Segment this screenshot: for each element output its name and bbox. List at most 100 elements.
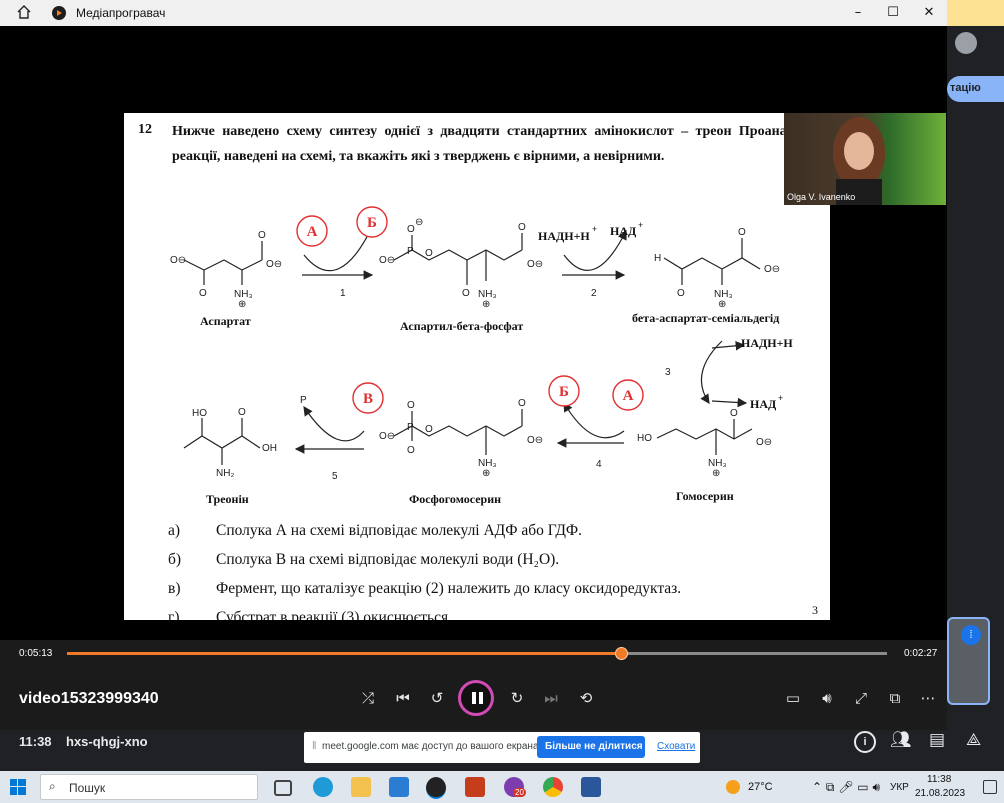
task-view-icon[interactable] (274, 780, 292, 796)
activities-icon[interactable]: ⟁ (966, 730, 981, 750)
participant-video-tile[interactable]: Olga V. Ivanenko (784, 113, 946, 205)
ph-o-bottom: O (407, 445, 415, 456)
hs-ho: HO (637, 433, 652, 444)
step-1: 1 (340, 288, 346, 299)
viber-badge: 20 (513, 788, 526, 797)
presentation-slide: 12 Нижче наведено схему синтезу однієї з… (124, 113, 830, 620)
option-b: б) Сполука В на схемі відповідає молекулі… (168, 551, 560, 568)
stop-sharing-label: Більше не ділитися (545, 741, 643, 752)
media-player-window: Медіапрогравач – ☐ ✕ 12 Нижче наведено с… (0, 0, 947, 730)
th-nh2: NH₂ (216, 468, 234, 479)
people-icon[interactable]: 👥︎ (890, 730, 912, 750)
fullscreen-icon[interactable]: ⤢ (849, 687, 873, 709)
ap-o-top: O (407, 224, 415, 235)
pause-button[interactable] (458, 680, 494, 716)
hs-o-minus: O⊖ (756, 437, 772, 448)
input-language[interactable]: УКР (890, 782, 909, 793)
repeat-icon[interactable]: ⟲ (574, 687, 598, 709)
forward-30-icon[interactable]: ↻ (505, 687, 529, 709)
ph-p: P (407, 422, 414, 433)
option-g: г) Субстрат в реакції (3) окиснюється. (168, 609, 452, 620)
edge-icon[interactable] (313, 777, 333, 797)
nadh-right: НАДН+Н (741, 336, 793, 350)
ph-o-top: O (407, 400, 415, 411)
aspartate-o-minus-right: O⊖ (266, 259, 282, 270)
sa-o: O (677, 288, 685, 299)
total-time: 0:02:27 (904, 648, 938, 659)
th-o: O (238, 407, 246, 418)
meeting-code: hxs-qhgj-xno (66, 734, 148, 749)
participant-name: Olga V. Ivanenko (787, 192, 856, 202)
shuffle-icon[interactable]: ⤮ (356, 687, 380, 709)
sa-o-top: O (738, 227, 746, 238)
self-view-tile[interactable]: ⁞ (947, 617, 990, 705)
file-explorer-icon[interactable] (351, 777, 371, 797)
weather-temp: 27°C (748, 781, 773, 793)
hs-o-top: O (730, 408, 738, 419)
meet-clock: 11:38 (19, 734, 52, 749)
ap-minus-top: ⊖ (415, 217, 423, 228)
present-button[interactable]: тацію (947, 76, 1004, 102)
compound-homoserine: Гомосерин (676, 489, 734, 503)
taskbar-time[interactable]: 11:38 (927, 774, 951, 785)
marker-b-bottom: Б (559, 384, 569, 400)
meet-account-avatar[interactable] (955, 32, 977, 54)
marker-v: В (363, 391, 373, 407)
compound-semialdehyde: бета-аспартат-семіальдегід (632, 311, 780, 325)
notifications-icon[interactable] (983, 780, 997, 794)
seek-bar[interactable] (67, 647, 887, 660)
chat-icon[interactable]: ▤ (929, 730, 945, 750)
media-player-taskbar-icon[interactable] (426, 777, 446, 799)
th-ho: HO (192, 408, 207, 419)
taskbar-search[interactable]: ⌕ Пошук (40, 774, 258, 800)
powerpoint-icon[interactable] (465, 777, 485, 797)
start-button[interactable] (10, 779, 26, 795)
screen-share-notice: ‖ meet.google.com має доступ до вашого е… (304, 732, 700, 763)
compound-aspartate: Аспартат (200, 314, 251, 328)
seek-thumb[interactable] (615, 647, 629, 660)
seek-bar-fill (67, 652, 622, 655)
captions-icon[interactable]: ▭ (781, 687, 805, 709)
ap-o-bottom: O (462, 288, 470, 299)
meet-top-bar (947, 0, 1004, 26)
ph-plus: ⊕ (482, 468, 490, 479)
maximize-button[interactable]: ☐ (878, 2, 908, 24)
weather-icon[interactable] (726, 780, 740, 794)
chrome-icon[interactable] (543, 777, 563, 797)
mini-player-icon[interactable]: ⧉ (883, 687, 907, 709)
ph-o-minus-right: O⊖ (527, 435, 543, 446)
option-a: а) Сполука А на схемі відповідає молекулі… (168, 522, 583, 539)
compound-phosphohomoserine: Фосфогомосерин (409, 492, 502, 506)
ph-o-top-right: O (518, 398, 526, 409)
ph-o-bridge: O (425, 424, 433, 435)
stop-sharing-button[interactable]: Більше не ділитися (537, 736, 645, 758)
drag-handle-icon[interactable]: ‖ (312, 740, 317, 752)
step-5: 5 (332, 471, 338, 482)
mail-icon[interactable] (389, 777, 409, 797)
hs-plus: ⊕ (712, 468, 720, 479)
ap-o-top-right: O (518, 222, 526, 233)
compound-threonine: Треонін (206, 492, 249, 506)
volume-icon[interactable]: 🔊︎ (815, 687, 839, 709)
ap-o-bridge: O (425, 248, 433, 259)
sa-o-minus: O⊖ (764, 264, 780, 275)
minimize-button[interactable]: – (843, 2, 873, 24)
next-icon[interactable]: ⏭ (539, 687, 563, 709)
close-button[interactable]: ✕ (914, 2, 944, 24)
playback-controls: 0:05:13 0:02:27 video15323999340 ⤮ ⏮ ↺ ↻… (0, 640, 947, 730)
home-icon[interactable] (16, 4, 32, 20)
meet-side-strip: тацію ⁞ (947, 0, 1004, 730)
ap-p: P (407, 246, 414, 257)
taskbar-date[interactable]: 21.08.2023 (915, 788, 965, 799)
previous-icon[interactable]: ⏮ (391, 687, 415, 709)
rewind-10-icon[interactable]: ↺ (425, 687, 449, 709)
hide-notice-link[interactable]: Сховати (657, 741, 695, 752)
more-options-icon[interactable]: ⋯ (916, 687, 940, 709)
word-icon[interactable] (581, 777, 601, 797)
nad-top: НАД (610, 224, 637, 238)
meeting-details-icon[interactable]: i (854, 731, 876, 753)
ap-plus: ⊕ (482, 299, 490, 310)
ph-o-minus: O⊖ (379, 431, 395, 442)
windows-taskbar: ⌕ Пошук 20 27°C ⌃ ⧉ 🎤︎ ▭ 🔊︎ УКР 11:38 21… (0, 771, 1004, 803)
system-tray-icons[interactable]: ⌃ ⧉ 🎤︎ ▭ 🔊︎ (812, 780, 880, 795)
